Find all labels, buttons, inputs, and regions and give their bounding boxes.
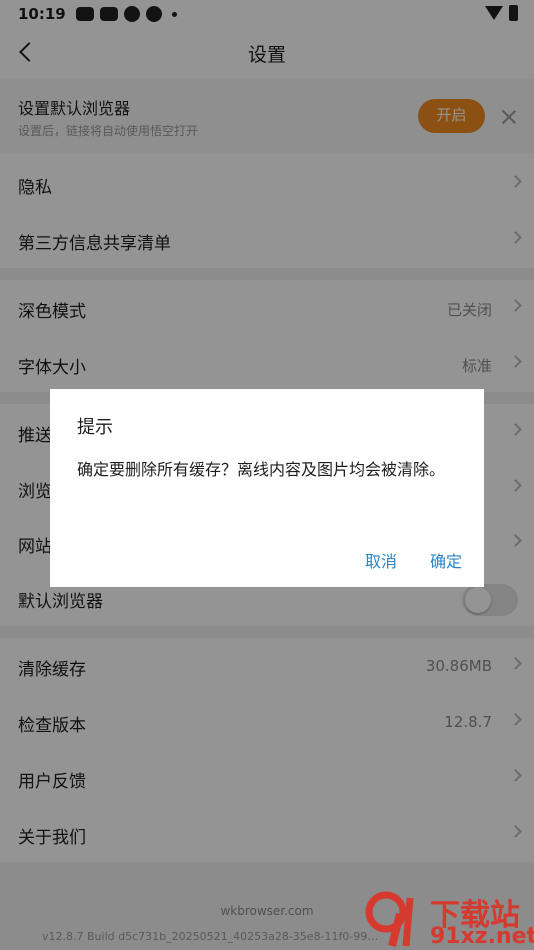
watermark-logo-icon [365, 891, 414, 947]
dialog-message: 确定要删除所有缓存？离线内容及图片均会被清除。 [77, 460, 446, 479]
confirm-dialog: 提示 确定要删除所有缓存？离线内容及图片均会被清除。 取消 确定 [50, 389, 484, 587]
watermark-url: 91xz.net [430, 924, 534, 949]
confirm-button[interactable]: 确定 [430, 548, 462, 572]
cancel-button[interactable]: 取消 [365, 548, 397, 572]
watermark: 下载站 91xz.net [362, 890, 534, 950]
dialog-title: 提示 [77, 417, 113, 438]
